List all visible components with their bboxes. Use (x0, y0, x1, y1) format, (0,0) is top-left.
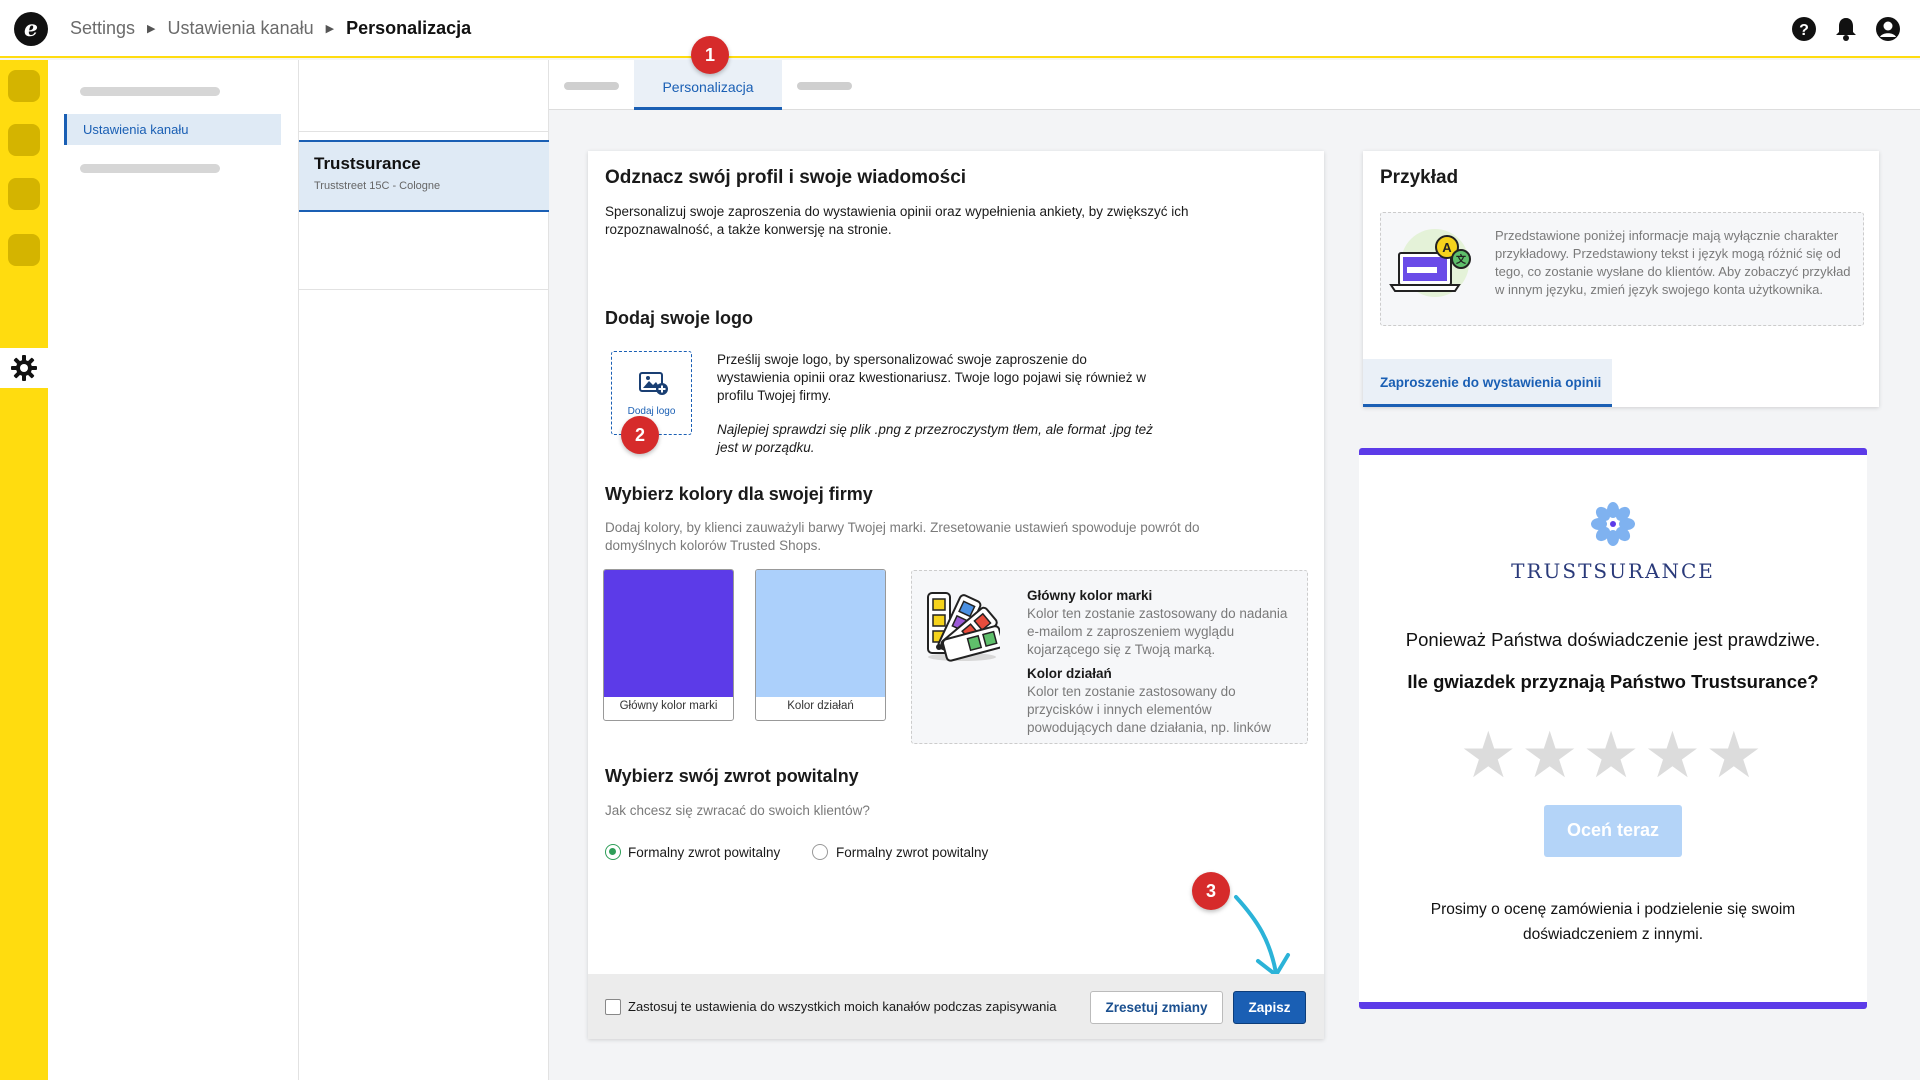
color-palette-icon (927, 592, 1000, 662)
card-title: Odznacz swój profil i swoje wiadomości (605, 167, 967, 188)
user-account-icon[interactable] (1874, 15, 1902, 43)
greeting-radio-1[interactable] (605, 844, 621, 860)
email-preview: TRUSTSURANCE Ponieważ Państwa doświadcze… (1359, 448, 1867, 1009)
personalization-card: Odznacz swój profil i swoje wiadomości S… (588, 151, 1324, 1039)
sidebar-item-placeholder[interactable] (80, 87, 220, 96)
rate-now-button[interactable]: Oceń teraz (1544, 805, 1682, 857)
example-card: Przykład A 文 Przedstawione poniżej infor… (1363, 151, 1879, 407)
step-badge-3: 3 (1192, 872, 1230, 910)
action-color-swatch[interactable]: Kolor działań (755, 569, 886, 721)
divider (299, 131, 549, 132)
greeting-option-1-label[interactable]: Formalny zwrot powitalny (628, 844, 780, 862)
channel-address: Truststreet 15C - Cologne (314, 180, 441, 192)
add-logo-label: Dodaj logo (627, 406, 676, 417)
action-color-fill (756, 570, 885, 697)
channel-name: Trustsurance (314, 154, 421, 173)
nav-item-placeholder[interactable] (8, 70, 40, 102)
color-info-box: Główny kolor marki Kolor ten zostanie za… (911, 570, 1308, 744)
breadcrumb-channel-settings[interactable]: Ustawienia kanału (168, 18, 314, 39)
nav-item-placeholder[interactable] (8, 178, 40, 210)
action-color-label: Kolor działań (787, 700, 854, 712)
divider (299, 289, 549, 290)
svg-text:文: 文 (1456, 253, 1467, 266)
greeting-radio-2[interactable] (812, 844, 828, 860)
info-action-title: Kolor działań (1027, 666, 1112, 681)
preview-star-rating[interactable]: ★★★★★ (1359, 723, 1867, 787)
channel-item-selected[interactable]: Trustsurance Truststreet 15C - Cologne (299, 140, 549, 212)
tab-review-invitation[interactable]: Zaproszenie do wystawienia opinii (1363, 359, 1612, 407)
add-image-icon (639, 372, 668, 395)
gear-icon (11, 355, 37, 381)
arrow-annotation-icon (1234, 895, 1290, 977)
breadcrumb: Settings ▶ Ustawienia kanału ▶ Personali… (70, 18, 471, 39)
greeting-option-2-label[interactable]: Formalny zwrot powitalny (836, 844, 988, 862)
help-icon[interactable]: ? (1790, 15, 1818, 43)
flower-logo-icon (1591, 502, 1635, 546)
example-info-text: Przedstawione poniżej informacje mają wy… (1495, 228, 1851, 297)
nav-item-settings[interactable] (0, 348, 48, 388)
breadcrumb-current: Personalizacja (346, 18, 472, 38)
channel-list: Trustsurance Truststreet 15C - Cologne (299, 60, 549, 1080)
preview-line-1: Ponieważ Państwa doświadczenie jest praw… (1405, 629, 1821, 650)
apply-all-checkbox[interactable] (605, 999, 621, 1015)
svg-text:A: A (1442, 240, 1452, 255)
logo-hint: Najlepiej sprawdzi się plik .png z przez… (717, 422, 1153, 455)
tab-placeholder[interactable] (797, 82, 852, 90)
card-footer: Zastosuj te ustawienia do wszystkich moi… (588, 974, 1324, 1039)
colors-description: Dodaj kolory, by klienci zauważyli barwy… (605, 520, 1200, 553)
example-title: Przykład (1380, 167, 1459, 188)
svg-text:?: ? (1799, 22, 1809, 39)
logo-description: Prześlij swoje logo, by spersonalizować … (717, 352, 1146, 403)
preview-brand-name: TRUSTSURANCE (1511, 559, 1715, 583)
sidebar-item-placeholder[interactable] (80, 164, 220, 173)
step-badge-2: 2 (621, 416, 659, 454)
left-nav-rail (0, 60, 48, 1080)
tab-placeholder[interactable] (564, 82, 619, 90)
app-logo[interactable]: e (14, 12, 48, 46)
step-badge-1: 1 (691, 36, 729, 74)
breadcrumb-separator-icon: ▶ (147, 23, 156, 35)
greeting-question: Jak chcesz się zwracać do swoich klientó… (605, 803, 870, 818)
breadcrumb-separator-icon: ▶ (325, 23, 335, 35)
tab-bar: Personalizacja (549, 60, 1920, 110)
settings-sidebar: Ustawienia kanału (48, 60, 299, 1080)
brand-color-swatch[interactable]: Główny kolor marki (603, 569, 734, 721)
nav-item-placeholder[interactable] (8, 234, 40, 266)
greeting-heading: Wybierz swój zwrot powitalny (605, 766, 859, 786)
example-info-box: A 文 Przedstawione poniżej informacje maj… (1380, 212, 1864, 326)
colors-heading: Wybierz kolory dla swojej firmy (605, 484, 873, 504)
brand-color-fill (604, 570, 733, 697)
breadcrumb-settings[interactable]: Settings (70, 18, 135, 39)
apply-all-label[interactable]: Zastosuj te ustawienia do wszystkich moi… (628, 998, 1056, 1016)
bell-icon[interactable] (1832, 15, 1860, 43)
nav-item-placeholder[interactable] (8, 124, 40, 156)
save-button[interactable]: Zapisz (1233, 991, 1306, 1024)
brand-color-label: Główny kolor marki (619, 700, 718, 712)
language-laptop-icon: A 文 (1389, 229, 1471, 297)
preview-footer-text: Prosimy o ocenę zamówienia i podzielenie… (1430, 901, 1796, 943)
info-action-text: Kolor ten zostanie zastosowany do przyci… (1027, 684, 1271, 735)
info-brand-title: Główny kolor marki (1027, 588, 1153, 603)
card-intro: Spersonalizuj swoje zaproszenia do wysta… (605, 204, 1189, 237)
logo-heading: Dodaj swoje logo (605, 308, 754, 328)
preview-line-2: Ile gwiazdek przyznają Państwo Trustsura… (1407, 671, 1819, 692)
sidebar-item-channel-settings[interactable]: Ustawienia kanału (64, 114, 281, 145)
info-brand-text: Kolor ten zostanie zastosowany do nadani… (1027, 606, 1288, 657)
top-bar: e Settings ▶ Ustawienia kanału ▶ Persona… (0, 0, 1920, 58)
reset-changes-button[interactable]: Zresetuj zmiany (1090, 991, 1223, 1024)
